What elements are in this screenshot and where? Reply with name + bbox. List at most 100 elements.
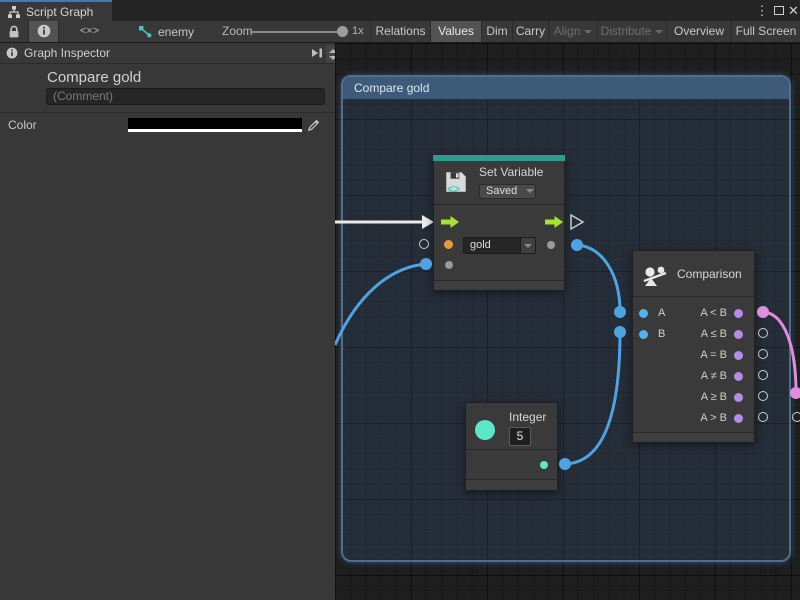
divider [633, 296, 754, 297]
node-set-variable[interactable]: <> Set Variable Saved gold [433, 155, 565, 290]
node-footer [434, 280, 564, 290]
node-comparison[interactable]: Comparison A A < B B A ≤ B A = B A ≠ B A… [632, 250, 755, 442]
integer-icon [475, 420, 495, 440]
output-a-lte-b-port[interactable] [734, 330, 743, 339]
chevron-down-icon [526, 189, 534, 193]
comment-input[interactable]: (Comment) [46, 88, 325, 105]
graph-inspector-header: Graph Inspector [0, 43, 335, 64]
color-field[interactable] [128, 118, 302, 132]
set-variable-value-connector[interactable] [420, 258, 432, 270]
flow-out-port[interactable] [544, 215, 564, 229]
value-wire-integer-to-b[interactable] [565, 332, 620, 464]
graph-canvas[interactable]: Compare gold <> Set Variable Saved [335, 43, 800, 600]
output-label: A > B [700, 408, 727, 429]
integer-out-connector[interactable] [559, 458, 571, 470]
align-dropdown[interactable]: Align [548, 21, 597, 42]
full-screen-button[interactable]: Full Screen [731, 21, 800, 42]
carry-button[interactable]: Carry [512, 21, 548, 42]
menu-icon[interactable]: ⋮ [755, 0, 769, 21]
graph-title: Compare gold [47, 69, 141, 86]
maximize-glyph [774, 6, 784, 15]
value-wire-to-set-variable[interactable] [335, 264, 426, 345]
output-label: A ≤ B [701, 324, 727, 345]
port-row: A ≠ B [633, 366, 754, 387]
node-integer[interactable]: Integer 5 [465, 402, 558, 490]
input-a-port[interactable] [639, 309, 648, 318]
values-button[interactable]: Values [430, 21, 481, 42]
comparison-lt-connector[interactable] [757, 306, 769, 318]
input-b-label: B [658, 324, 665, 345]
comparison-gt-connector[interactable] [758, 412, 768, 422]
output-label: A = B [700, 345, 727, 366]
input-b-port[interactable] [639, 330, 648, 339]
output-a-neq-b-port[interactable] [734, 372, 743, 381]
tab-script-graph[interactable]: Script Graph [0, 0, 112, 21]
offscreen-node-open-connector[interactable] [792, 412, 800, 422]
chevron-down-icon [655, 30, 663, 34]
inspector-title: Graph Inspector [24, 46, 110, 60]
output-a-gt-b-port[interactable] [734, 414, 743, 423]
eyedropper-icon [307, 119, 320, 132]
port-row: A A < B [633, 303, 754, 324]
zoom-slider-track[interactable] [250, 31, 342, 33]
comparison-icon [642, 261, 668, 287]
variable-name-value: gold [470, 239, 491, 251]
integer-value-input[interactable]: 5 [509, 427, 531, 446]
node-title: Set Variable [479, 165, 543, 179]
comparison-b-connector[interactable] [614, 326, 626, 338]
lock-icon [8, 25, 20, 39]
zoom-slider-handle[interactable] [337, 26, 348, 37]
distribute-dropdown[interactable]: Distribute [597, 21, 666, 42]
output-a-gte-b-port[interactable] [734, 393, 743, 402]
lock-button[interactable] [0, 21, 28, 42]
port-row: A ≥ B [633, 387, 754, 408]
comparison-a-connector[interactable] [614, 306, 626, 318]
value-preview-toggle-button[interactable]: <×> [58, 21, 120, 42]
comparison-neq-connector[interactable] [758, 370, 768, 380]
overview-button[interactable]: Overview [666, 21, 731, 42]
output-a-less-b-port[interactable] [734, 309, 743, 318]
close-icon[interactable]: ✕ [787, 0, 800, 21]
value-out-port[interactable] [547, 241, 555, 249]
dock-panel-icon[interactable] [310, 46, 324, 65]
input-a-label: A [658, 303, 665, 324]
comparison-lte-connector[interactable] [758, 328, 768, 338]
zoom-label: Zoom [222, 21, 253, 42]
inspector-toggle-button[interactable] [28, 21, 58, 42]
maximize-icon[interactable] [771, 0, 787, 21]
output-label: A < B [700, 303, 727, 324]
set-variable-out-connector[interactable] [571, 239, 583, 251]
comparison-gte-connector[interactable] [758, 391, 768, 401]
eyedropper-button[interactable] [303, 117, 323, 133]
set-variable-name-connector[interactable] [419, 239, 429, 249]
integer-out-port[interactable] [540, 461, 548, 469]
offscreen-node-connector[interactable] [790, 387, 800, 399]
variable-name-dropdown[interactable]: gold [463, 237, 521, 254]
output-label: A ≥ B [701, 387, 727, 408]
value-in-port[interactable] [445, 261, 453, 269]
comparison-eq-connector[interactable] [758, 349, 768, 359]
variable-scope-dropdown[interactable]: Saved [479, 184, 536, 199]
output-label: A ≠ B [701, 366, 727, 387]
set-variable-icon: <> [443, 169, 469, 195]
dim-button[interactable]: Dim [481, 21, 512, 42]
chevron-down-icon [524, 244, 532, 248]
scope-value: Saved [486, 185, 517, 197]
color-label: Color [8, 118, 37, 132]
variable-name-dropdown-button[interactable] [521, 237, 536, 254]
script-graph-icon [7, 5, 21, 19]
output-a-eq-b-port[interactable] [734, 351, 743, 360]
node-footer [633, 432, 754, 442]
name-port[interactable] [444, 240, 453, 249]
distribute-label: Distribute [601, 24, 652, 38]
graph-breadcrumb[interactable]: enemy [138, 21, 194, 42]
node-footer [466, 479, 557, 490]
graph-toolbar: <×> enemy Zoom 1x Relations Values Dim C… [0, 21, 800, 43]
divider [466, 449, 557, 450]
flow-in-port[interactable] [440, 215, 460, 229]
relations-button[interactable]: Relations [370, 21, 430, 42]
flow-out-open-port[interactable] [571, 215, 583, 229]
value-wire-setvariable-to-a[interactable] [577, 245, 620, 312]
graph-asset-icon [138, 25, 152, 38]
variable-color-strip [433, 155, 565, 161]
